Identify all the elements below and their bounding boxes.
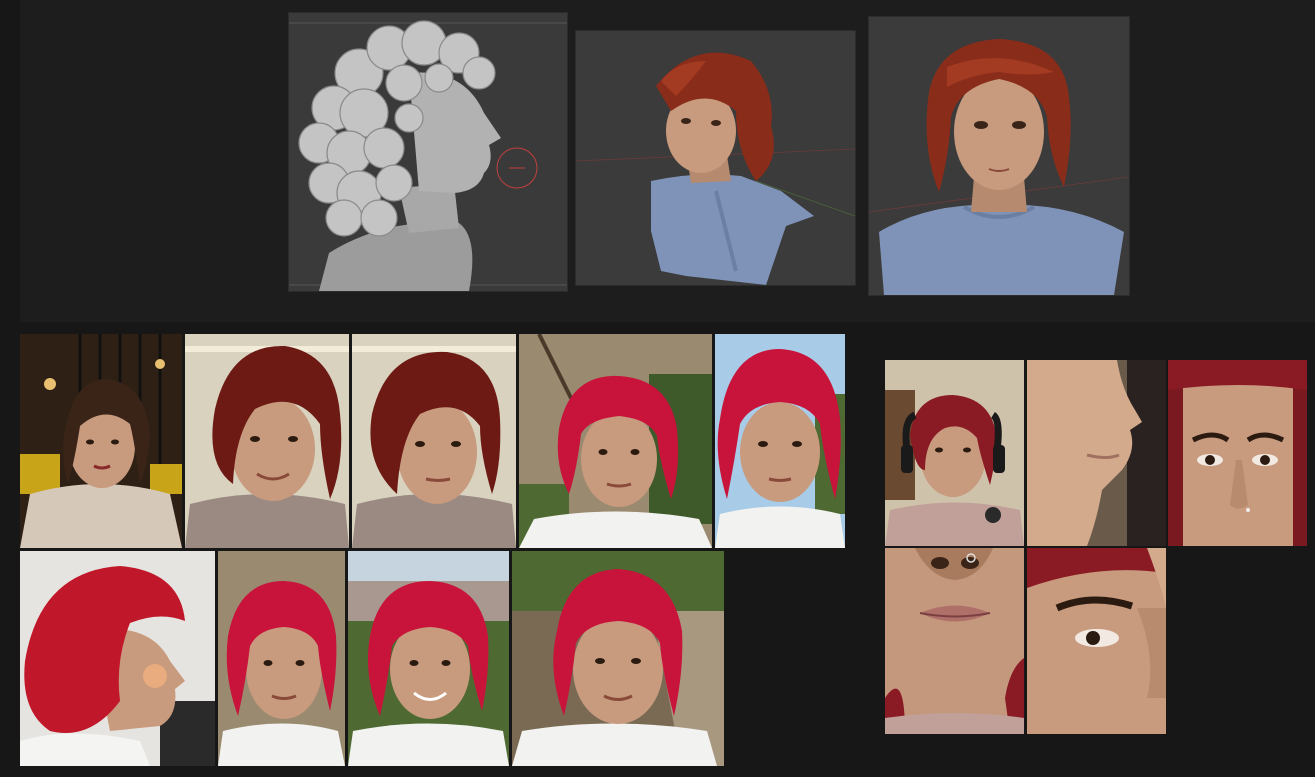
- render-textured-three-quarter: [575, 30, 856, 286]
- photo-side-profile: [20, 551, 215, 766]
- photo-mouth-closeup: [885, 548, 1024, 734]
- photo-nose-profile-closeup: [1027, 360, 1166, 546]
- photo-city-view: [348, 551, 509, 766]
- render-textured-front: [868, 16, 1130, 296]
- moodboard-canvas: [0, 0, 1315, 777]
- photo-selfie-neutral: [352, 334, 516, 548]
- photo-eyes-closeup: [1168, 360, 1307, 546]
- photo-stone-wall: [218, 551, 345, 766]
- photo-headset-selfie: [885, 360, 1024, 546]
- photo-park-path: [512, 551, 724, 766]
- render-mesh-profile: [288, 12, 568, 292]
- photo-selfie-smile: [185, 334, 349, 548]
- photo-restaurant-selfie: [20, 334, 182, 548]
- photo-sky-front: [715, 334, 845, 548]
- photo-eye-side-closeup: [1027, 548, 1166, 734]
- photo-park-front: [519, 334, 712, 548]
